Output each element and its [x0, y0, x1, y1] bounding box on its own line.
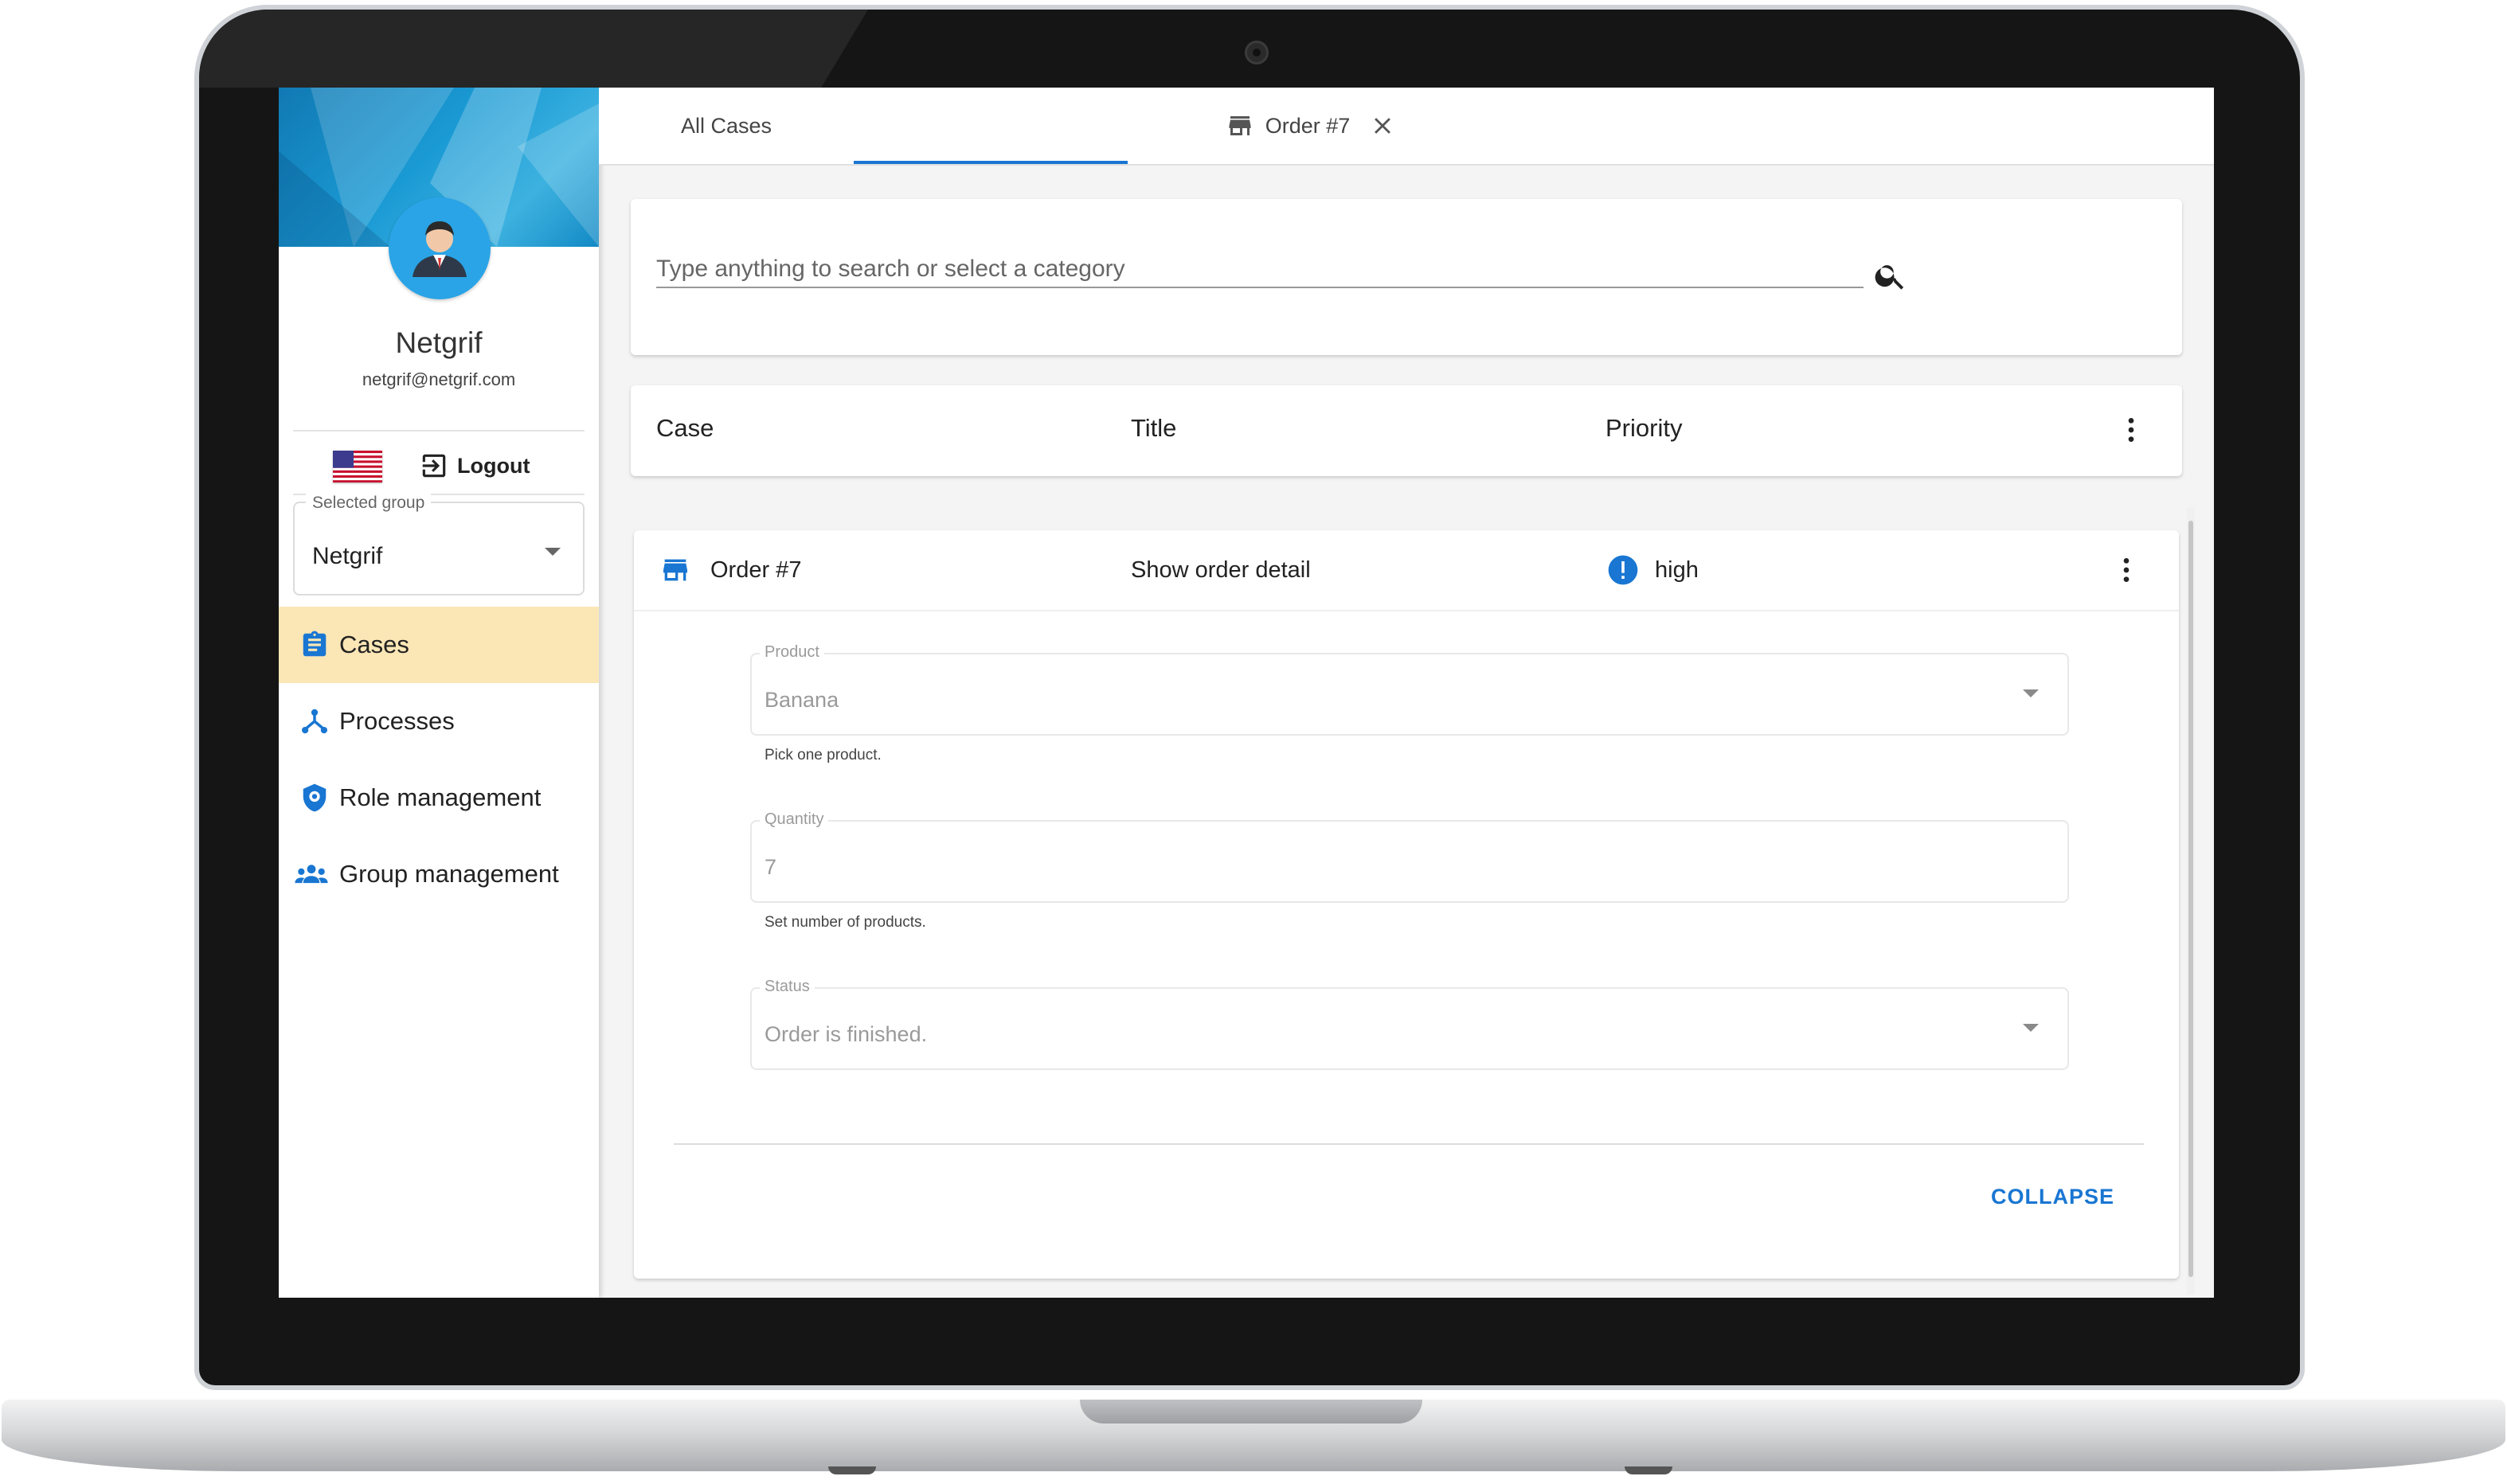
logout-label: Logout — [457, 453, 530, 478]
sidebar-item-label: Role management — [339, 783, 542, 811]
divider — [634, 610, 2179, 611]
status-value: Order is finished. — [765, 1022, 928, 1046]
tab-label: All Cases — [680, 113, 772, 138]
sidebar-item-label: Group management — [339, 860, 559, 888]
fork-icon — [279, 706, 330, 736]
search-input[interactable] — [656, 252, 1864, 288]
chevron-down-icon[interactable] — [545, 548, 561, 556]
table-header — [631, 385, 2182, 476]
chevron-down-icon[interactable] — [2023, 689, 2039, 697]
close-icon[interactable] — [1369, 112, 1396, 139]
divider — [674, 1143, 2144, 1145]
laptop-notch — [1080, 1400, 1422, 1423]
tab-order-7[interactable]: Order #7 — [1174, 88, 1448, 164]
column-header-priority: Priority — [1605, 414, 1683, 442]
quantity-field[interactable] — [750, 820, 2069, 903]
column-header-case: Case — [656, 414, 714, 442]
product-label: Product — [760, 643, 824, 662]
shield-gear-icon — [279, 783, 330, 813]
more-vert-icon[interactable] — [2110, 554, 2142, 586]
people-icon — [279, 859, 330, 889]
quantity-value: 7 — [765, 855, 777, 879]
case-panel — [634, 530, 2179, 1279]
product-hint: Pick one product. — [765, 747, 882, 763]
clipboard-icon — [279, 630, 330, 660]
more-vert-icon[interactable] — [2115, 414, 2147, 446]
status-label: Status — [760, 978, 815, 996]
user-email: netgrif@netgrif.com — [362, 369, 516, 389]
sidebar-item-label: Cases — [339, 631, 409, 658]
sidebar: Netgrif netgrif@netgrif.com Logout Selec… — [279, 88, 599, 1298]
sidebar-item-processes[interactable]: Processes — [279, 683, 599, 760]
collapse-button[interactable]: COLLAPSE — [1991, 1185, 2114, 1209]
tab-label: Order #7 — [1265, 113, 1351, 138]
sidebar-item-group-management[interactable]: Group management — [279, 836, 599, 912]
case-name[interactable]: Order #7 — [710, 557, 801, 584]
case-priority: high — [1655, 557, 1699, 583]
us-flag-icon[interactable] — [333, 451, 382, 482]
laptop-foot-left — [828, 1466, 876, 1474]
column-header-title: Title — [1131, 414, 1177, 442]
search-icon[interactable] — [1873, 258, 1908, 293]
quantity-label: Quantity — [760, 810, 829, 829]
app-screen: Netgrif netgrif@netgrif.com Logout Selec… — [279, 88, 2214, 1298]
chevron-down-icon[interactable] — [2023, 1024, 2039, 1032]
camera-icon — [1245, 41, 1269, 64]
priority-alert-icon — [1608, 555, 1638, 585]
sidebar-item-label: Processes — [339, 707, 455, 735]
store-icon — [663, 559, 687, 581]
scrollbar-thumb[interactable] — [2188, 521, 2193, 1277]
case-title: Show order detail — [1131, 557, 1311, 583]
tab-bar: All Cases Order #7 — [599, 88, 2214, 166]
active-tab-indicator — [854, 161, 1128, 164]
logout-button[interactable]: Logout — [419, 446, 530, 486]
status-select[interactable] — [750, 987, 2069, 1070]
sidebar-item-cases[interactable]: Cases — [279, 607, 599, 683]
user-name: Netgrif — [395, 326, 483, 359]
group-select-value: Netgrif — [312, 543, 383, 569]
divider — [293, 430, 585, 432]
group-select-label: Selected group — [306, 494, 432, 513]
logout-icon — [422, 454, 446, 478]
tab-all-cases[interactable]: All Cases — [599, 88, 854, 164]
laptop-foot-right — [1625, 1466, 1672, 1474]
sidebar-item-role-management[interactable]: Role management — [279, 760, 599, 836]
quantity-hint: Set number of products. — [765, 914, 926, 931]
product-select[interactable] — [750, 653, 2069, 736]
avatar[interactable] — [389, 197, 491, 299]
product-value: Banana — [765, 688, 839, 712]
bezel-glare — [199, 10, 868, 88]
store-icon — [1229, 116, 1251, 135]
